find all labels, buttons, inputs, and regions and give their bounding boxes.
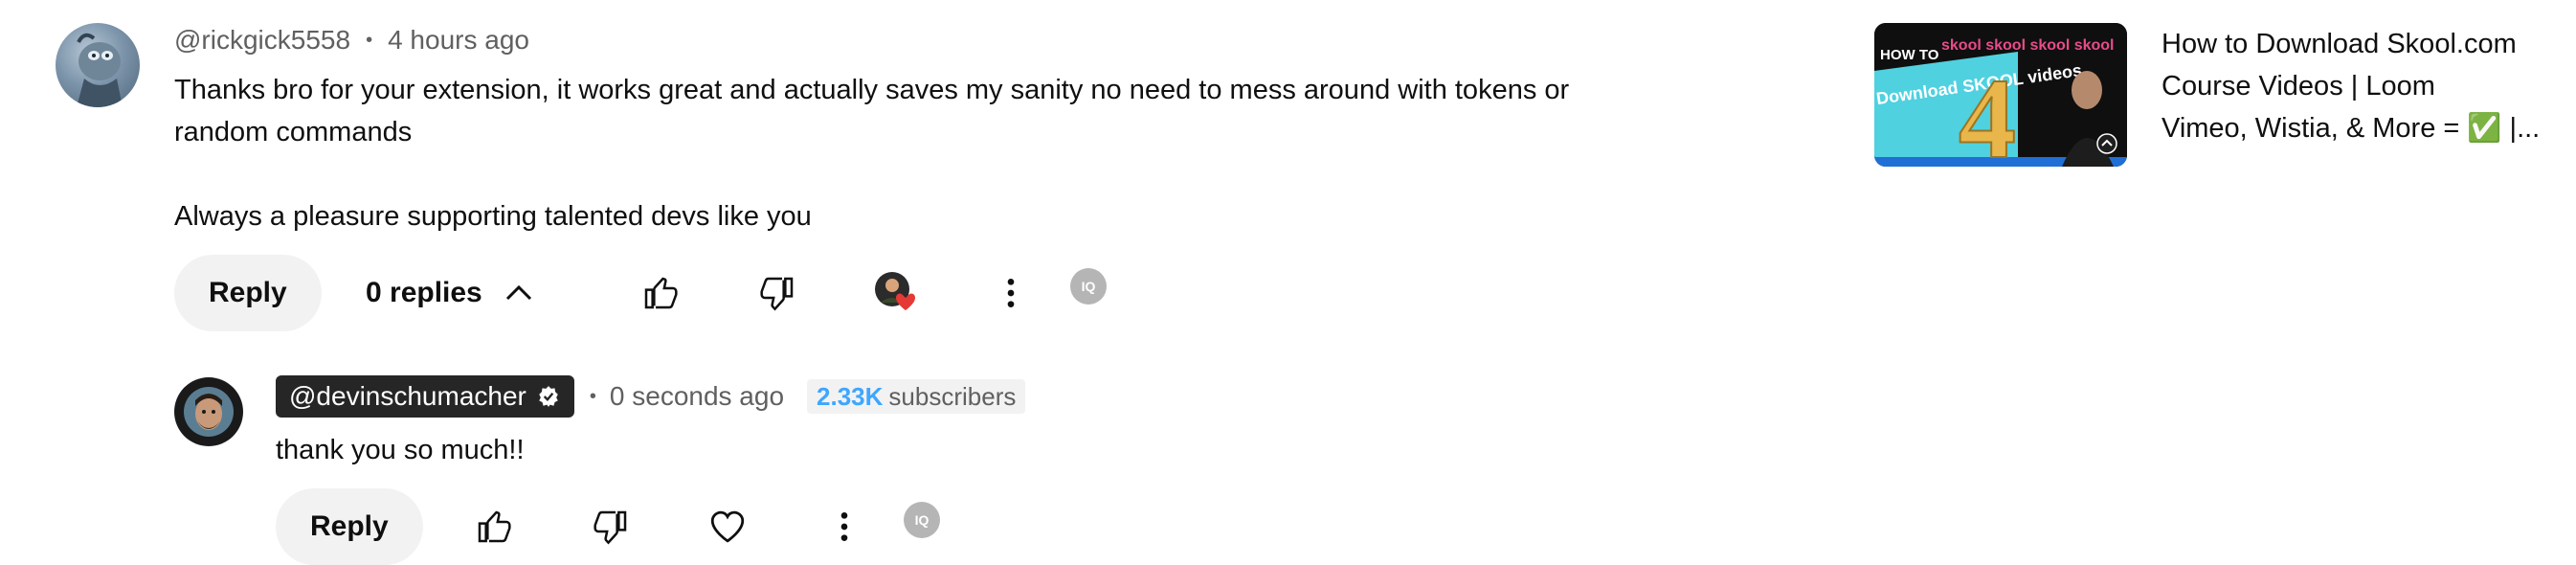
thumbs-up-icon [644, 277, 678, 309]
separator-dot: • [366, 29, 373, 51]
heart-button[interactable] [701, 500, 754, 554]
chevron-up-icon [505, 284, 531, 301]
comment-text-line: Always a pleasure supporting talented de… [174, 201, 812, 232]
thumbs-down-icon [594, 510, 627, 545]
video-title-line: How to Download Skool.com [2162, 29, 2517, 59]
owner-author-chip[interactable]: @devinschumacher [276, 375, 574, 418]
more-actions-button[interactable] [984, 266, 1038, 320]
like-button[interactable] [634, 266, 687, 320]
reply-author: @devinschumacher [289, 381, 526, 411]
iq-extension-icon[interactable]: IQ [1070, 268, 1107, 305]
reply-time[interactable]: 0 seconds ago [610, 381, 784, 412]
video-title-line: Vimeo, Wistia, & More = ✅ |... [2162, 113, 2541, 144]
subscriber-count: 2.33K [817, 381, 884, 411]
more-vert-icon [840, 512, 848, 541]
thumb-brand-text: skool skool skool skool [1941, 37, 2115, 54]
replies-toggle[interactable]: 0 replies [366, 255, 534, 331]
video-title-line: Course Videos | Loom [2162, 71, 2435, 102]
commenter-avatar[interactable] [56, 23, 140, 107]
thumb-number: 4 [1959, 55, 2016, 167]
comment-text-line: random commands [174, 117, 413, 147]
reply-actions: Reply IQ [276, 488, 1137, 565]
creator-heart-icon [875, 272, 915, 310]
creator-heart [867, 264, 925, 322]
like-button[interactable] [467, 500, 521, 554]
thumbnail-art: HOW TO skool skool skool skool Download … [1874, 23, 2127, 167]
comment-body: Thanks bro for your extension, it works … [174, 69, 1591, 237]
comment-meta: @rickgick5558 • 4 hours ago [174, 21, 529, 59]
related-video-title[interactable]: How to Download Skool.com Course Videos … [2162, 23, 2564, 149]
replies-count-label: 0 replies [366, 277, 482, 308]
avatar-illustration [77, 33, 123, 107]
thumbs-down-icon [760, 277, 794, 311]
reply-meta: @devinschumacher • 0 seconds ago 2.33K s… [276, 375, 1026, 418]
avatar-portrait [176, 379, 241, 444]
comment-time[interactable]: 4 hours ago [388, 25, 529, 56]
subscriber-badge: 2.33K subscribers [807, 379, 1026, 414]
comment-text-line: Thanks bro for your extension, it works … [174, 75, 1570, 105]
reply-button[interactable]: Reply [174, 255, 322, 331]
thumb-text-top: HOW TO [1880, 47, 1939, 63]
comment-actions: Reply 0 replies IQ [174, 255, 1323, 331]
iq-extension-icon[interactable]: IQ [904, 502, 940, 538]
more-vert-icon [1007, 279, 1015, 307]
reply-avatar[interactable] [174, 377, 243, 446]
reply-button[interactable]: Reply [276, 488, 423, 565]
dislike-button[interactable] [584, 500, 638, 554]
comment-author[interactable]: @rickgick5558 [174, 25, 350, 56]
related-video-thumbnail[interactable]: HOW TO skool skool skool skool Download … [1874, 23, 2127, 167]
verified-badge-icon [539, 386, 558, 407]
thumbs-up-icon [478, 510, 511, 543]
reply-body: thank you so much!! [276, 435, 525, 465]
heart-outline-icon [710, 510, 745, 543]
separator-dot: • [589, 385, 596, 407]
dislike-button[interactable] [750, 266, 804, 320]
more-actions-button[interactable] [818, 500, 871, 554]
subscriber-label: subscribers [888, 381, 1017, 411]
